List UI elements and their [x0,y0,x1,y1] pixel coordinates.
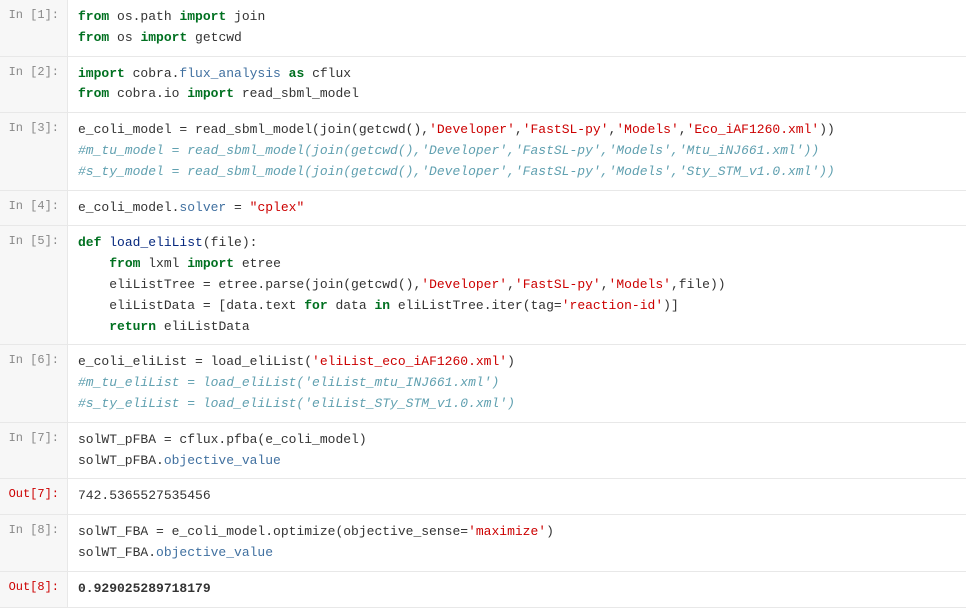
code-line: from lxml import etree [78,254,956,275]
code-line: def load_eliList(file): [78,233,956,254]
cell-content[interactable]: def load_eliList(file): from lxml import… [68,226,966,344]
code-line: e_coli_model.solver = "cplex" [78,198,956,219]
cell-label: In [3]: [0,113,68,189]
input-cell[interactable]: In [3]: e_coli_model = read_sbml_model(jo… [0,113,966,190]
code-line: eliListTree = etree.parse(join(getcwd(),… [78,275,956,296]
cell-label: Out[8]: [0,572,68,607]
code-line: solWT_pFBA.objective_value [78,451,956,472]
code-line: #s_ty_eliList = load_eliList('eliList_ST… [78,394,956,415]
output-cell: Out[8]: 0.929025289718179 [0,572,966,608]
cell-content[interactable]: e_coli_model.solver = "cplex" [68,191,966,226]
cell-content[interactable]: solWT_FBA = e_coli_model.optimize(object… [68,515,966,571]
code-line: import cobra.flux_analysis as cflux [78,64,956,85]
code-line: solWT_FBA.objective_value [78,543,956,564]
cell-content[interactable]: import cobra.flux_analysis as cfluxfrom … [68,57,966,113]
cell-content[interactable]: e_coli_eliList = load_eliList('eliList_e… [68,345,966,421]
code-line: #m_tu_eliList = load_eliList('eliList_mt… [78,373,956,394]
code-line: #m_tu_model = read_sbml_model(join(getcw… [78,141,956,162]
input-cell[interactable]: In [7]:solWT_pFBA = cflux.pfba(e_coli_mo… [0,423,966,480]
cell-content: 742.5365527535456 [68,479,966,514]
code-line: 0.929025289718179 [78,579,956,600]
cell-label: In [1]: [0,0,68,56]
code-line: #s_ty_model = read_sbml_model(join(getcw… [78,162,956,183]
code-line: e_coli_model = read_sbml_model(join(getc… [78,120,956,141]
code-line: eliListData = [data.text for data in eli… [78,296,956,317]
output-cell: Out[7]: 742.5365527535456 [0,479,966,515]
cell-label: In [6]: [0,345,68,421]
code-line: solWT_pFBA = cflux.pfba(e_coli_model) [78,430,956,451]
code-line: from os.path import join [78,7,956,28]
input-cell[interactable]: In [6]: e_coli_eliList = load_eliList('el… [0,345,966,422]
code-line: e_coli_eliList = load_eliList('eliList_e… [78,352,956,373]
input-cell[interactable]: In [8]: solWT_FBA = e_coli_model.optimize… [0,515,966,572]
input-cell[interactable]: In [4]: e_coli_model.solver = "cplex" [0,191,966,227]
input-cell[interactable]: In [2]:import cobra.flux_analysis as cfl… [0,57,966,114]
cell-label: Out[7]: [0,479,68,514]
input-cell[interactable]: In [1]:from os.path import joinfrom os i… [0,0,966,57]
code-line: from os import getcwd [78,28,956,49]
cell-content[interactable]: solWT_pFBA = cflux.pfba(e_coli_model)sol… [68,423,966,479]
code-line: from cobra.io import read_sbml_model [78,84,956,105]
cell-label: In [5]: [0,226,68,344]
notebook: In [1]:from os.path import joinfrom os i… [0,0,966,608]
cell-content[interactable]: from os.path import joinfrom os import g… [68,0,966,56]
code-line: solWT_FBA = e_coli_model.optimize(object… [78,522,956,543]
code-line: return eliListData [78,317,956,338]
cell-label: In [2]: [0,57,68,113]
code-line: 742.5365527535456 [78,486,956,507]
cell-content: 0.929025289718179 [68,572,966,607]
cell-label: In [8]: [0,515,68,571]
cell-label: In [4]: [0,191,68,226]
input-cell[interactable]: In [5]:def load_eliList(file): from lxml… [0,226,966,345]
cell-content[interactable]: e_coli_model = read_sbml_model(join(getc… [68,113,966,189]
cell-label: In [7]: [0,423,68,479]
